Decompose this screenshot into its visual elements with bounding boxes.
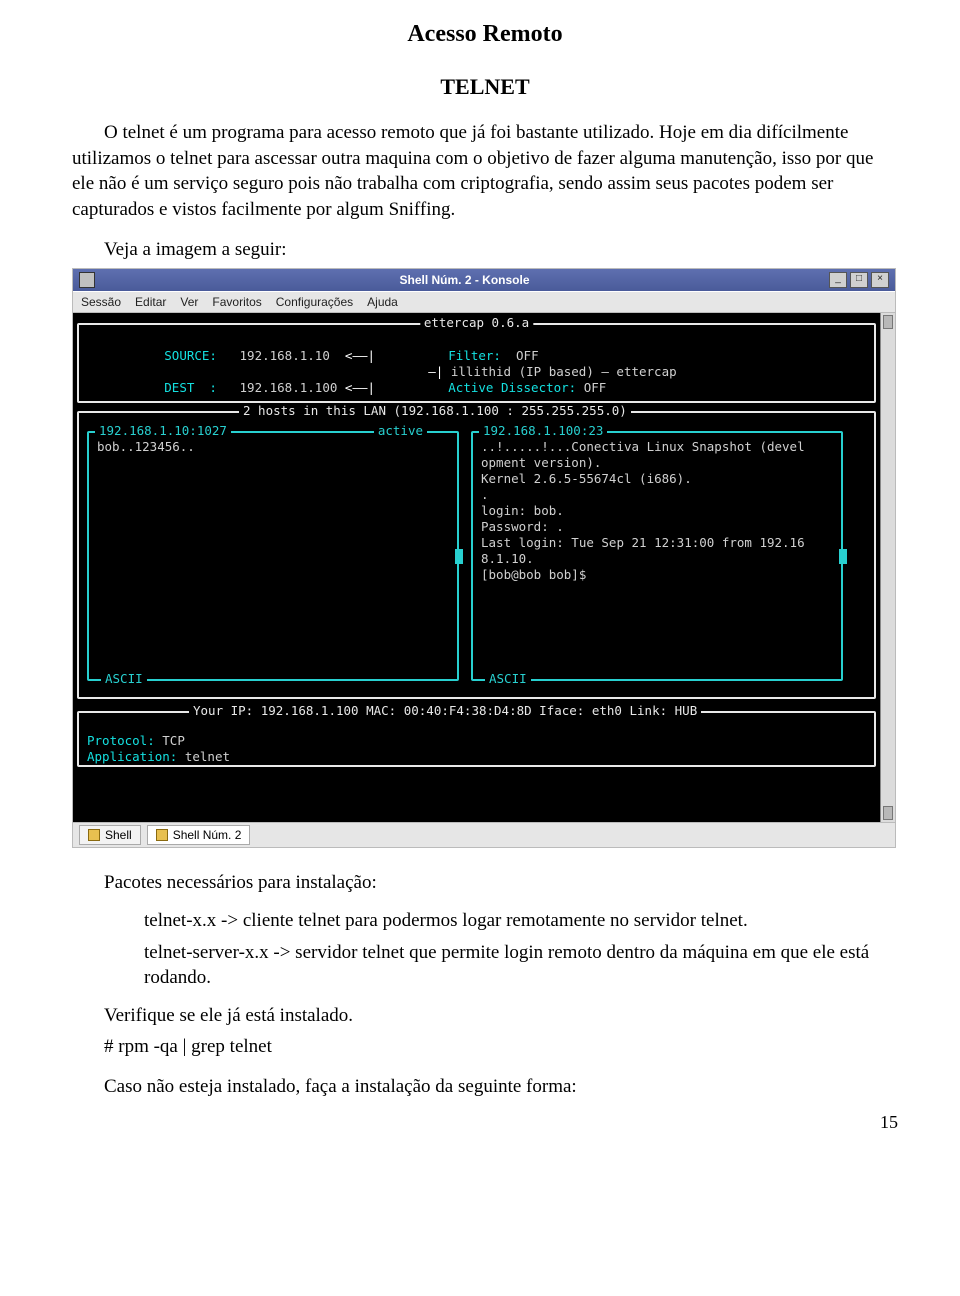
left-conn-status: active (374, 423, 427, 440)
terminal-tab-2[interactable]: Shell Núm. 2 (147, 825, 251, 845)
window-close-button[interactable]: × (871, 272, 889, 288)
page-title-main: Acesso Remoto (72, 18, 898, 50)
menu-help[interactable]: Ajuda (367, 294, 398, 310)
packages-heading: Pacotes necessários para instalação: (72, 870, 898, 896)
terminal-tabbar: Shell Shell Núm. 2 (73, 822, 895, 847)
window-maximize-button[interactable]: □ (850, 272, 868, 288)
terminal-body[interactable]: ettercap 0.6.a SOURCE: 192.168.1.10 <——|… (73, 313, 880, 822)
verify-heading: Verifique se ele já está instalado. (72, 1003, 898, 1029)
yourip-body: Protocol: TCP Application: telnet (87, 717, 866, 765)
menu-edit[interactable]: Editar (135, 294, 166, 310)
pkg-line-1: telnet-x.x -> cliente telnet para poderm… (144, 908, 898, 934)
left-conn-foot: ASCII (101, 671, 147, 688)
ettercap-banner: ettercap 0.6.a (420, 315, 533, 332)
page-number: 15 (72, 1110, 898, 1134)
menu-view[interactable]: Ver (180, 294, 198, 310)
left-conn-frame: 192.168.1.10:1027 active bob..123456.. A… (87, 431, 459, 681)
right-conn-frame: 192.168.1.100:23 ..!.....!...Conectiva L… (471, 431, 843, 681)
right-conn-body: ..!.....!...Conectiva Linux Snapshot (de… (481, 439, 833, 583)
left-conn-legend: 192.168.1.10:1027 (95, 423, 231, 440)
menu-fav[interactable]: Favoritos (212, 294, 261, 310)
install-line: Caso não esteja instalado, faça a instal… (72, 1074, 898, 1100)
terminal-tab-1[interactable]: Shell (79, 825, 141, 845)
terminal-scrollbar[interactable] (880, 313, 895, 822)
page-title-sub: TELNET (72, 72, 898, 102)
terminal-icon (156, 829, 168, 841)
window-minimize-button[interactable]: _ (829, 272, 847, 288)
window-title-text: Shell Núm. 2 - Konsole (103, 272, 826, 288)
right-conn-foot: ASCII (485, 671, 531, 688)
window-titlebar[interactable]: Shell Núm. 2 - Konsole _ □ × (73, 269, 895, 291)
terminal-screenshot: Shell Núm. 2 - Konsole _ □ × Sessão Edit… (72, 268, 896, 848)
intro-paragraph: O telnet é um programa para acesso remot… (72, 120, 898, 223)
right-conn-cursor (839, 549, 847, 564)
hosts-legend: 2 hosts in this LAN (192.168.1.100 : 255… (239, 403, 631, 420)
terminal-icon (88, 829, 100, 841)
terminal-tab-label-1: Shell (105, 827, 132, 843)
menu-session[interactable]: Sessão (81, 294, 121, 310)
window-system-icon[interactable] (79, 272, 95, 288)
left-conn-cursor (455, 549, 463, 564)
verify-cmd: # rpm -qa | grep telnet (72, 1034, 898, 1060)
menu-config[interactable]: Configurações (276, 294, 353, 310)
terminal-body-wrap: ettercap 0.6.a SOURCE: 192.168.1.10 <——|… (73, 313, 895, 822)
pkg-line-2: telnet-server-x.x -> servidor telnet que… (144, 940, 898, 991)
terminal-tab-label-2: Shell Núm. 2 (173, 827, 242, 843)
right-conn-legend: 192.168.1.100:23 (479, 423, 607, 440)
document-page: Acesso Remoto TELNET O telnet é um progr… (0, 0, 960, 1154)
left-conn-body: bob..123456.. (97, 439, 449, 455)
see-image-line: Veja a imagem a seguir: (72, 237, 898, 263)
yourip-frame: Your IP: 192.168.1.100 MAC: 00:40:F4:38:… (77, 711, 876, 767)
packages-list: telnet-x.x -> cliente telnet para poderm… (144, 908, 898, 991)
window-menubar: Sessão Editar Ver Favoritos Configuraçõe… (73, 291, 895, 313)
